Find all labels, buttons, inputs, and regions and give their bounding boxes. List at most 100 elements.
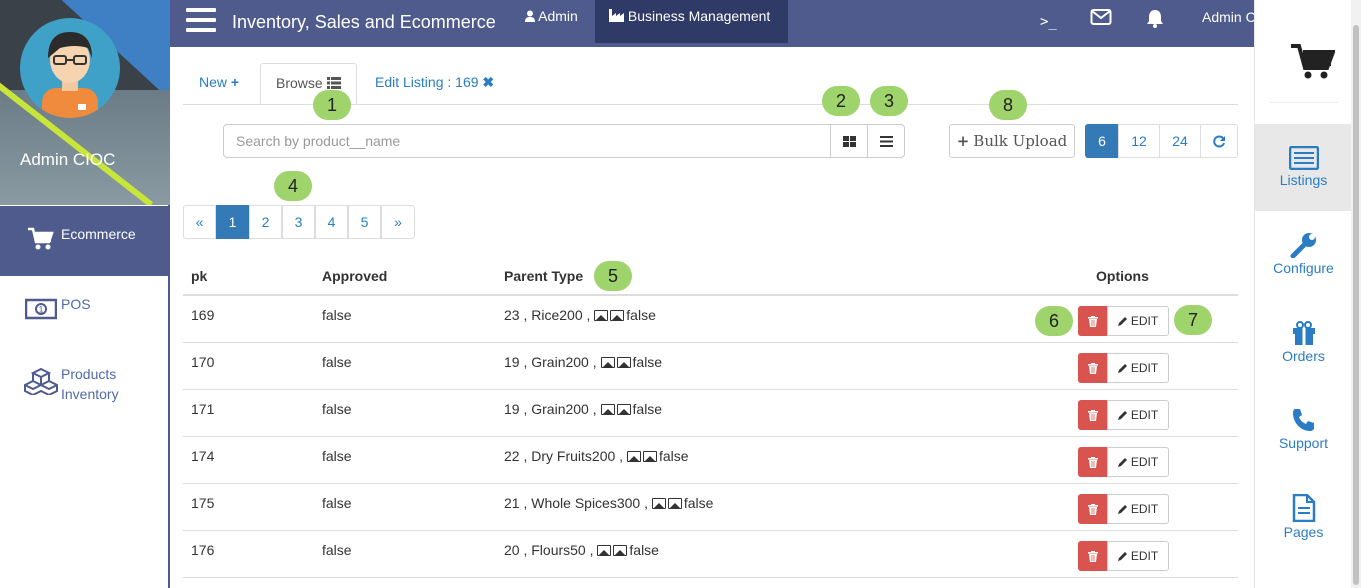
per-page-12[interactable]: 12	[1118, 124, 1160, 158]
trash-icon	[1088, 409, 1098, 421]
edit-label: EDIT	[1130, 455, 1159, 469]
rightbar-item-label: Listings	[1279, 172, 1328, 188]
plus-icon: +	[230, 74, 240, 90]
rightbar-item-pages[interactable]: Pages	[1255, 494, 1352, 554]
cell-parent-type: 19 , Grain200 , false	[504, 401, 662, 417]
wrench-icon	[1290, 233, 1316, 258]
page-4[interactable]: 4	[315, 205, 348, 239]
page-5[interactable]: 5	[348, 205, 381, 239]
edit-label: EDIT	[1130, 314, 1159, 328]
tab-edit-listing[interactable]: Edit Listing : 169 ✖	[360, 63, 509, 105]
cell-approved: false	[322, 307, 352, 323]
image-icon	[613, 545, 628, 556]
delete-button[interactable]	[1078, 447, 1108, 477]
nav-admin-label: Admin	[538, 8, 578, 24]
page-2[interactable]: 2	[249, 205, 282, 239]
per-page-24[interactable]: 24	[1159, 124, 1201, 158]
image-icon	[616, 404, 631, 415]
rightbar-item-orders[interactable]: Orders	[1255, 320, 1352, 380]
cell-pk: 174	[191, 448, 215, 464]
image-icon	[642, 451, 657, 462]
per-page-6[interactable]: 6	[1085, 124, 1119, 158]
avatar[interactable]	[20, 18, 120, 118]
table-row[interactable]: 174 false 22 , Dry Fruits200 , false EDIT	[183, 437, 1238, 484]
rightbar-item-configure[interactable]: Configure	[1255, 232, 1352, 292]
parent-type-text: 23 , Rice200 ,	[504, 307, 591, 323]
scrollbar-thumb[interactable]	[1353, 25, 1359, 585]
parent-type-text: 19 , Grain200 ,	[504, 401, 597, 417]
cell-approved: false	[322, 354, 352, 370]
delete-button[interactable]	[1078, 306, 1108, 336]
page-next[interactable]: »	[381, 205, 415, 239]
page-3[interactable]: 3	[282, 205, 315, 239]
sidebar-item-ecommerce[interactable]: Ecommerce	[0, 206, 168, 276]
delete-button[interactable]	[1078, 494, 1108, 524]
table-row[interactable]: 169 false 23 , Rice200 , false EDIT	[183, 296, 1238, 343]
image-icon	[616, 357, 631, 368]
svg-text:1: 1	[39, 305, 44, 315]
parent-type-flag: false	[626, 307, 656, 323]
page-prev[interactable]: «	[183, 205, 216, 239]
parent-type-flag: false	[632, 401, 663, 417]
sidebar-item-label: POS	[61, 296, 91, 312]
delete-button[interactable]	[1078, 400, 1108, 430]
edit-button[interactable]: EDIT	[1107, 447, 1169, 477]
delete-button[interactable]	[1078, 353, 1108, 383]
parent-type-text: 22 , Dry Fruits200 ,	[504, 448, 624, 464]
delete-button[interactable]	[1078, 541, 1108, 571]
mail-icon[interactable]	[1090, 8, 1112, 29]
grid-view-button[interactable]	[830, 124, 868, 158]
parent-type-flag: false	[658, 448, 689, 464]
image-icon	[610, 310, 625, 321]
page-1[interactable]: 1	[216, 205, 249, 239]
cell-parent-type: 19 , Grain200 , false	[504, 354, 662, 370]
sidebar-item-label: Products Inventory	[61, 366, 119, 402]
column-header-parent-type: Parent Type	[504, 268, 584, 284]
pencil-icon	[1117, 505, 1127, 514]
sidebar-item-pos[interactable]: 1 POS	[0, 296, 168, 336]
search-input[interactable]	[223, 124, 831, 158]
table-row[interactable]: 175 false 21 , Whole Spices300 , false EDIT	[183, 484, 1238, 531]
table-row[interactable]: 176 false 20 , Flours50 , false EDIT	[183, 531, 1238, 578]
scrollbar[interactable]	[1351, 0, 1361, 588]
annotation-badge: 1	[313, 90, 351, 120]
tab-new[interactable]: New +	[184, 63, 254, 105]
bulk-upload-button[interactable]: + Bulk Upload	[949, 124, 1075, 158]
parent-type-text: 20 , Flours50 ,	[504, 542, 594, 558]
table-row[interactable]: 171 false 19 , Grain200 , false EDIT	[183, 390, 1238, 437]
edit-button[interactable]: EDIT	[1107, 353, 1169, 383]
terminal-icon[interactable]: >_	[1040, 14, 1057, 30]
pencil-icon	[1117, 552, 1127, 561]
nav-business-management-link[interactable]: Business Management	[595, 0, 788, 43]
trash-icon	[1088, 550, 1098, 562]
refresh-button[interactable]	[1200, 124, 1238, 158]
image-icon	[600, 404, 615, 415]
trash-icon	[1088, 315, 1098, 327]
annotation-badge: 3	[870, 86, 908, 116]
edit-button[interactable]: EDIT	[1107, 541, 1169, 571]
refresh-icon	[1212, 135, 1225, 147]
parent-type-flag: false	[629, 542, 659, 558]
table-row[interactable]: 170 false 19 , Grain200 , false EDIT	[183, 343, 1238, 390]
rightbar-item-listings[interactable]: Listings	[1255, 124, 1352, 211]
annotation-badge: 8	[989, 90, 1027, 120]
rightbar-item-label: Pages	[1283, 524, 1324, 540]
image-icon	[667, 498, 682, 509]
sidebar-item-label: Ecommerce	[61, 226, 136, 242]
annotation-badge: 2	[822, 86, 860, 116]
tab-new-label: New	[199, 74, 228, 90]
rightbar-item-support[interactable]: Support	[1255, 407, 1352, 467]
image-icon	[597, 545, 612, 556]
list-view-button[interactable]	[867, 124, 905, 158]
cell-parent-type: 22 , Dry Fruits200 , false	[504, 448, 689, 464]
cell-pk: 175	[191, 495, 215, 511]
hamburger-menu-icon[interactable]	[186, 8, 216, 34]
edit-button[interactable]: EDIT	[1107, 400, 1169, 430]
column-header-approved: Approved	[322, 268, 388, 284]
edit-button[interactable]: EDIT	[1107, 494, 1169, 524]
bell-icon[interactable]	[1145, 8, 1165, 31]
edit-button[interactable]: EDIT	[1107, 306, 1169, 336]
nav-admin-link[interactable]: Admin	[525, 8, 578, 24]
sidebar-item-products-inventory[interactable]: Products Inventory	[0, 366, 168, 416]
close-icon[interactable]: ✖	[482, 74, 494, 90]
